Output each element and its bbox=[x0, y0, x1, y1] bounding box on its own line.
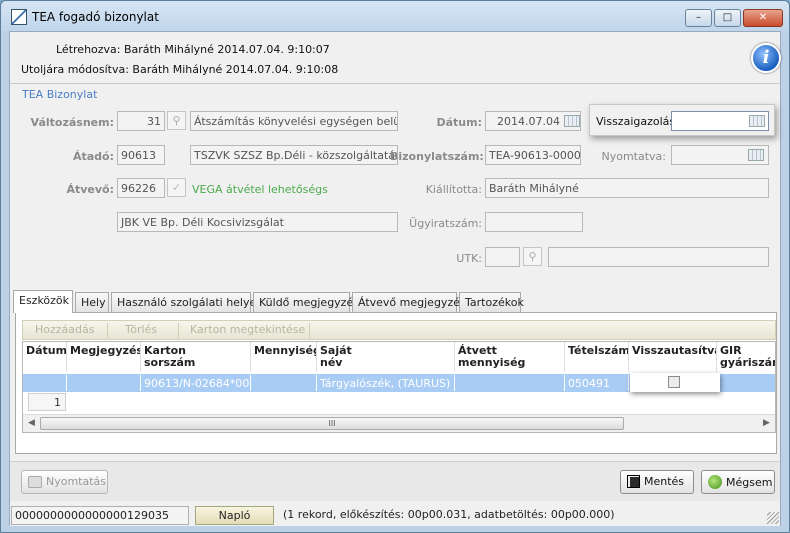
bizonylatszam-label: Bizonylatszám: bbox=[390, 150, 484, 163]
datum-label: Dátum: bbox=[436, 116, 482, 129]
audit-info: Létrehozva: Baráth Mihályné 2014.07.04. … bbox=[10, 32, 781, 82]
column-header[interactable]: Karton sorszám bbox=[141, 342, 251, 372]
log-button[interactable]: Napló bbox=[195, 506, 274, 525]
utk-label: UTK: bbox=[456, 252, 482, 265]
nyomtatva-label: Nyomtatva: bbox=[601, 150, 666, 163]
checkmark-icon[interactable]: ✓ bbox=[167, 178, 186, 197]
valtozasnem-label: Változásnem: bbox=[30, 116, 114, 129]
valtozasnem-code-field[interactable]: 31 bbox=[117, 111, 165, 131]
cell-nev: Tárgyalószék, (TAURUS) bbox=[317, 375, 455, 391]
scroll-right-icon[interactable]: ▶ bbox=[763, 418, 770, 428]
ugyiratszam-label: Ügyiratszám: bbox=[409, 217, 482, 230]
bizonylatszam-field: TEA-90613-000076 bbox=[485, 145, 581, 165]
scroll-left-icon[interactable]: ◀ bbox=[28, 418, 35, 428]
toolbar-separator bbox=[178, 323, 179, 338]
section-title: TEA Bizonylat bbox=[22, 88, 98, 101]
visszaigazolas-popup: Visszaigazolás: bbox=[589, 104, 775, 136]
print-button[interactable]: Nyomtatás bbox=[21, 470, 108, 494]
view-card-button[interactable]: Karton megtekintése bbox=[190, 323, 305, 336]
dialog-body: Létrehozva: Baráth Mihályné 2014.07.04. … bbox=[9, 31, 781, 526]
created-info: Létrehozva: Baráth Mihályné 2014.07.04. … bbox=[56, 43, 330, 56]
divider bbox=[10, 83, 780, 84]
modified-info: Utoljára módosítva: Baráth Mihályné 2014… bbox=[21, 63, 339, 76]
vega-link[interactable]: VEGA átvétel lehetőségs bbox=[192, 183, 328, 196]
scroll-thumb[interactable]: III bbox=[40, 417, 624, 430]
tab-atvevo[interactable]: Átvevő megjegyzés bbox=[352, 292, 466, 312]
button-bar: Nyomtatás Mentés Mégsem bbox=[10, 461, 780, 501]
status-bar: 0000000000000000129035 Napló (1 rekord, … bbox=[10, 506, 780, 526]
row-count: 1 bbox=[28, 393, 66, 411]
tab-eszkozok[interactable]: Eszközök bbox=[13, 290, 73, 313]
atado-label: Átadó: bbox=[72, 150, 114, 163]
status-message: (1 rekord, előkészítés: 00p00.031, adatb… bbox=[283, 508, 615, 521]
column-header[interactable]: GIRgyáriszám bbox=[717, 342, 775, 372]
toolbar-separator bbox=[309, 323, 310, 338]
atado-text-field: TSZVK SZSZ Bp.Déli - közszolgáltatás bbox=[190, 145, 398, 165]
kiallitotta-label: Kiállította: bbox=[425, 183, 482, 196]
tab-hasznalo[interactable]: Használó szolgálati helyek bbox=[111, 292, 263, 312]
column-header[interactable]: Mennyiség bbox=[251, 342, 317, 372]
cell-megjegyzes bbox=[67, 375, 141, 391]
info-icon[interactable]: i bbox=[751, 43, 781, 73]
column-header[interactable]: Megjegyzés bbox=[67, 342, 141, 372]
tab-hely[interactable]: Hely bbox=[75, 292, 109, 312]
column-header[interactable]: Dátum bbox=[23, 342, 67, 372]
cell-atvett bbox=[455, 375, 565, 391]
utk-field[interactable] bbox=[485, 247, 520, 267]
record-id: 0000000000000000129035 bbox=[11, 506, 189, 525]
undo-icon bbox=[708, 475, 722, 489]
cell-visszautasitva bbox=[630, 373, 720, 392]
cell-mennyiseg bbox=[251, 375, 317, 391]
items-grid: Dátum Megjegyzés Karton sorszám Mennyiség… bbox=[22, 341, 776, 433]
maximize-button[interactable]: □ bbox=[714, 9, 741, 27]
calendar-icon[interactable] bbox=[564, 115, 580, 127]
utk-text-field bbox=[548, 247, 769, 267]
grid-toolbar: Hozzáadás Törlés Karton megtekintése bbox=[22, 320, 776, 340]
calendar-icon[interactable] bbox=[749, 115, 765, 127]
cell-datum bbox=[23, 375, 67, 391]
search-icon[interactable]: ⚲ bbox=[523, 247, 542, 266]
cell-tetelszam: 050491 bbox=[565, 375, 629, 391]
app-window: TEA fogadó bizonylat – □ ✕ Létrehozva: B… bbox=[0, 0, 790, 533]
valtozasnem-text-field: Átszámítás könyvelési egységen belül bbox=[190, 111, 398, 131]
toolbar-separator bbox=[107, 323, 108, 338]
column-header[interactable]: Saját név bbox=[317, 342, 455, 372]
resize-grip-icon[interactable] bbox=[767, 512, 779, 524]
column-header[interactable]: Tételszám bbox=[565, 342, 629, 372]
cell-gir bbox=[717, 375, 775, 391]
atvevo-text-field: JBK VE Bp. Déli Kocsivizsgálat bbox=[117, 212, 398, 232]
atvevo-code-field[interactable]: 96226 bbox=[117, 178, 165, 198]
delete-button[interactable]: Törlés bbox=[125, 323, 157, 336]
printer-icon bbox=[28, 476, 42, 488]
search-icon[interactable]: ⚲ bbox=[167, 111, 186, 130]
tab-kuldo[interactable]: Küldő megjegyzés bbox=[253, 292, 359, 312]
close-button[interactable]: ✕ bbox=[743, 9, 783, 27]
atvevo-label: Átvevő: bbox=[66, 183, 114, 196]
column-header[interactable]: Visszautasítva bbox=[629, 342, 717, 372]
floppy-icon bbox=[627, 475, 640, 488]
atado-code-field[interactable]: 90613 bbox=[117, 145, 165, 165]
cancel-button[interactable]: Mégsem bbox=[701, 470, 775, 494]
horizontal-scrollbar[interactable]: ◀ III ▶ bbox=[23, 414, 775, 432]
column-header[interactable]: Átvett mennyiség bbox=[455, 342, 565, 372]
save-button[interactable]: Mentés bbox=[620, 470, 694, 494]
app-icon bbox=[11, 9, 27, 25]
cell-karton: 90613/N-02684*0064 bbox=[141, 375, 251, 391]
tab-tartozekok[interactable]: Tartozékok bbox=[459, 292, 524, 312]
window-title: TEA fogadó bizonylat bbox=[32, 10, 159, 24]
eszkozok-panel: Hozzáadás Törlés Karton megtekintése Dát… bbox=[15, 312, 777, 454]
add-button[interactable]: Hozzáadás bbox=[35, 323, 95, 336]
minimize-button[interactable]: – bbox=[685, 9, 712, 27]
kiallitotta-field: Baráth Mihályné bbox=[485, 178, 769, 198]
visszautasitva-checkbox[interactable] bbox=[668, 376, 680, 388]
title-bar: TEA fogadó bizonylat – □ ✕ bbox=[1, 1, 789, 31]
calendar-icon[interactable] bbox=[748, 149, 764, 161]
visszaigazolas-label: Visszaigazolás: bbox=[596, 115, 679, 128]
ugyiratszam-field[interactable] bbox=[485, 212, 583, 232]
